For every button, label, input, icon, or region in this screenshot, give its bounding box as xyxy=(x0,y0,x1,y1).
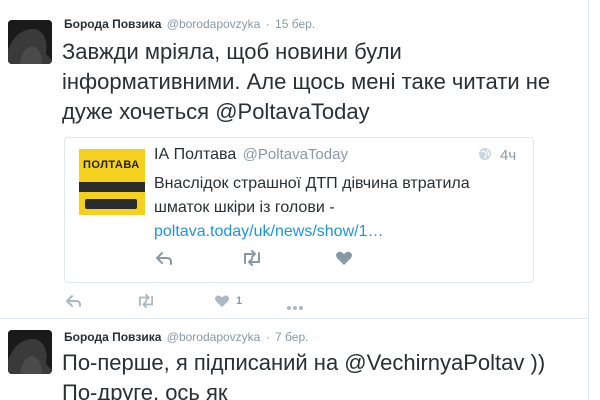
more-icon[interactable] xyxy=(286,298,304,316)
quoted-author-username[interactable]: @PoltavaToday xyxy=(243,146,348,163)
globe-icon xyxy=(478,147,492,166)
separator-dot: · xyxy=(265,17,270,31)
reply-icon[interactable] xyxy=(65,294,82,313)
author-username[interactable]: @borodapovzyka xyxy=(167,17,261,31)
quoted-link[interactable]: poltava.today/uk/news/show/1… xyxy=(154,223,383,240)
retweet-icon[interactable] xyxy=(136,294,156,313)
logo-text: ПОЛТАВА xyxy=(83,159,140,171)
like-count[interactable]: 1 xyxy=(236,295,242,307)
avatar[interactable] xyxy=(8,20,52,64)
tweet-text: Завжди мріяла, щоб новини були інформати… xyxy=(62,37,582,127)
author-name[interactable]: Борода Повзика xyxy=(64,17,161,31)
tweet-timestamp[interactable]: 15 бер. xyxy=(275,17,315,31)
logo-band xyxy=(79,182,145,192)
reply-icon[interactable] xyxy=(155,250,173,271)
quoted-timestamp[interactable]: 4ч xyxy=(500,147,516,164)
tweet[interactable]: Борода Повзика @borodapovzyka · 15 бер. … xyxy=(0,0,588,318)
separator-dot: · xyxy=(265,330,270,344)
tweet-timestamp[interactable]: 7 бер. xyxy=(275,330,308,344)
quoted-header: ІА Полтава @PoltavaToday xyxy=(154,146,348,164)
tweet-actions: 1 xyxy=(64,293,364,311)
quoted-author-name[interactable]: ІА Полтава xyxy=(154,146,236,163)
retweet-icon[interactable] xyxy=(241,250,263,271)
quoted-tweet-card[interactable]: ПОЛТАВА ІА Полтава @PoltavaToday 4ч Внас… xyxy=(64,137,534,283)
author-username[interactable]: @borodapovzyka xyxy=(167,330,261,344)
tweet-text: По-перше, я підписаний на @VechirnyaPolt… xyxy=(62,350,546,400)
like-icon[interactable] xyxy=(214,294,230,313)
logo-button-graphic xyxy=(85,199,137,209)
quoted-actions xyxy=(155,250,415,270)
mention-link[interactable]: @PoltavaToday xyxy=(215,99,369,124)
quoted-avatar-logo[interactable]: ПОЛТАВА xyxy=(79,149,145,215)
quoted-text: Внаслідок страшної ДТП дівчина втратила … xyxy=(154,172,526,244)
like-icon[interactable] xyxy=(335,250,353,271)
quoted-text-body: Внаслідок страшної ДТП дівчина втратила … xyxy=(154,175,470,216)
tweet-header: Борода Повзика @borodapovzyka · 15 бер. xyxy=(64,17,315,31)
avatar[interactable] xyxy=(8,330,52,374)
tweet-header: Борода Повзика @borodapovzyka · 7 бер. xyxy=(64,330,308,344)
author-name[interactable]: Борода Повзика xyxy=(64,330,161,344)
tweet[interactable]: Борода Повзика @borodapovzyka · 7 бер. П… xyxy=(0,319,588,400)
column-divider xyxy=(588,0,589,400)
